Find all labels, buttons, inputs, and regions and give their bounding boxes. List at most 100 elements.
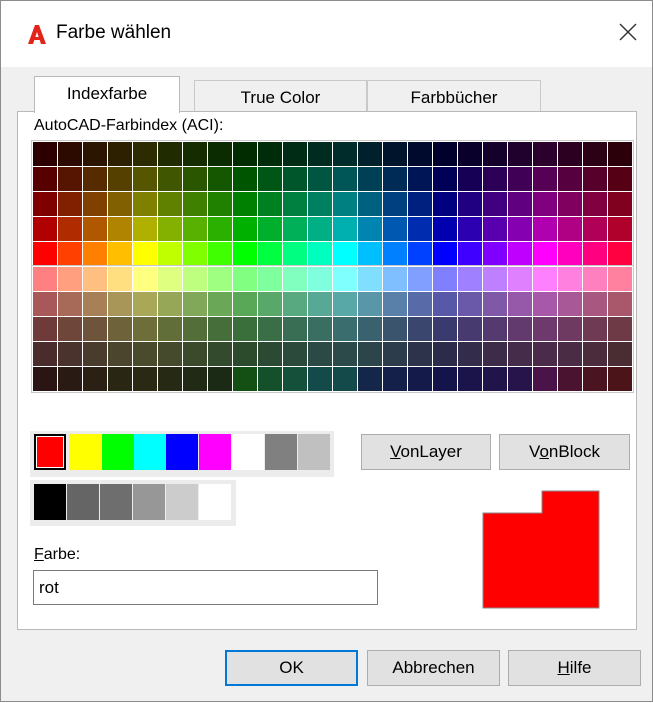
aci-color-cell[interactable]: [533, 342, 557, 366]
aci-color-cell[interactable]: [158, 367, 182, 391]
aci-color-cell[interactable]: [83, 192, 107, 216]
aci-color-cell[interactable]: [183, 142, 207, 166]
aci-color-cell[interactable]: [483, 367, 507, 391]
aci-color-cell[interactable]: [258, 267, 282, 291]
cancel-button[interactable]: Abbrechen: [367, 650, 500, 686]
aci-color-cell[interactable]: [208, 167, 232, 191]
help-button[interactable]: Hilfe: [508, 650, 641, 686]
aci-color-cell[interactable]: [308, 367, 332, 391]
aci-color-cell[interactable]: [133, 317, 157, 341]
gray-shade-swatch[interactable]: [67, 484, 99, 520]
aci-color-cell[interactable]: [583, 142, 607, 166]
aci-color-cell[interactable]: [33, 192, 57, 216]
aci-color-cell[interactable]: [383, 192, 407, 216]
aci-color-cell[interactable]: [133, 367, 157, 391]
aci-color-cell[interactable]: [158, 142, 182, 166]
aci-color-cell[interactable]: [183, 167, 207, 191]
aci-color-cell[interactable]: [133, 242, 157, 266]
aci-color-cell[interactable]: [458, 367, 482, 391]
aci-color-cell[interactable]: [183, 342, 207, 366]
aci-color-cell[interactable]: [508, 292, 532, 316]
aci-color-cell[interactable]: [233, 192, 257, 216]
aci-color-cell[interactable]: [233, 267, 257, 291]
aci-color-cell[interactable]: [483, 292, 507, 316]
aci-color-cell[interactable]: [483, 342, 507, 366]
aci-color-cell[interactable]: [458, 217, 482, 241]
aci-color-cell[interactable]: [208, 217, 232, 241]
aci-color-cell[interactable]: [258, 317, 282, 341]
aci-color-cell[interactable]: [58, 167, 82, 191]
aci-color-cell[interactable]: [533, 267, 557, 291]
aci-color-cell[interactable]: [408, 292, 432, 316]
aci-color-cell[interactable]: [433, 167, 457, 191]
aci-color-cell[interactable]: [133, 192, 157, 216]
aci-color-cell[interactable]: [83, 142, 107, 166]
aci-color-cell[interactable]: [433, 342, 457, 366]
aci-color-cell[interactable]: [83, 317, 107, 341]
tab-farbbuecher[interactable]: Farbbücher: [367, 80, 541, 114]
aci-color-cell[interactable]: [333, 267, 357, 291]
aci-color-cell[interactable]: [258, 292, 282, 316]
aci-color-cell[interactable]: [208, 292, 232, 316]
aci-color-cell[interactable]: [158, 167, 182, 191]
aci-color-cell[interactable]: [258, 217, 282, 241]
aci-color-cell[interactable]: [383, 367, 407, 391]
aci-color-cell[interactable]: [208, 192, 232, 216]
aci-color-cell[interactable]: [533, 142, 557, 166]
aci-color-cell[interactable]: [533, 217, 557, 241]
aci-color-cell[interactable]: [383, 167, 407, 191]
aci-color-cell[interactable]: [608, 342, 632, 366]
aci-color-cell[interactable]: [408, 367, 432, 391]
aci-color-cell[interactable]: [33, 267, 57, 291]
aci-color-cell[interactable]: [583, 317, 607, 341]
aci-color-cell[interactable]: [258, 342, 282, 366]
aci-color-cell[interactable]: [408, 142, 432, 166]
aci-color-cell[interactable]: [533, 317, 557, 341]
aci-color-cell[interactable]: [33, 142, 57, 166]
aci-color-cell[interactable]: [358, 192, 382, 216]
aci-color-cell[interactable]: [558, 342, 582, 366]
aci-color-cell[interactable]: [58, 242, 82, 266]
aci-color-cell[interactable]: [508, 367, 532, 391]
aci-color-cell[interactable]: [608, 317, 632, 341]
aci-color-cell[interactable]: [583, 217, 607, 241]
aci-color-cell[interactable]: [533, 242, 557, 266]
aci-color-cell[interactable]: [83, 217, 107, 241]
aci-color-cell[interactable]: [183, 217, 207, 241]
aci-color-cell[interactable]: [183, 242, 207, 266]
aci-color-cell[interactable]: [458, 192, 482, 216]
aci-color-cell[interactable]: [408, 317, 432, 341]
aci-color-cell[interactable]: [558, 142, 582, 166]
aci-color-cell[interactable]: [533, 367, 557, 391]
aci-color-cell[interactable]: [33, 292, 57, 316]
aci-color-cell[interactable]: [158, 217, 182, 241]
aci-color-cell[interactable]: [83, 342, 107, 366]
aci-color-cell[interactable]: [33, 317, 57, 341]
aci-color-cell[interactable]: [308, 292, 332, 316]
gray-shade-swatch[interactable]: [199, 484, 231, 520]
aci-color-cell[interactable]: [583, 342, 607, 366]
aci-color-cell[interactable]: [158, 242, 182, 266]
aci-color-cell[interactable]: [133, 292, 157, 316]
aci-color-cell[interactable]: [183, 367, 207, 391]
aci-color-cell[interactable]: [208, 142, 232, 166]
aci-color-cell[interactable]: [408, 217, 432, 241]
standard-color-white[interactable]: [232, 434, 264, 470]
aci-color-cell[interactable]: [283, 367, 307, 391]
standard-color-gray-8[interactable]: [265, 434, 297, 470]
aci-color-cell[interactable]: [483, 317, 507, 341]
aci-color-cell[interactable]: [458, 142, 482, 166]
aci-color-cell[interactable]: [108, 167, 132, 191]
tab-true-color[interactable]: True Color: [194, 80, 367, 114]
ok-button[interactable]: OK: [225, 650, 358, 686]
aci-color-cell[interactable]: [483, 217, 507, 241]
aci-color-cell[interactable]: [108, 267, 132, 291]
aci-color-cell[interactable]: [358, 242, 382, 266]
aci-color-cell[interactable]: [608, 242, 632, 266]
standard-color-magenta[interactable]: [199, 434, 231, 470]
aci-color-cell[interactable]: [383, 342, 407, 366]
aci-color-cell[interactable]: [358, 317, 382, 341]
aci-color-cell[interactable]: [533, 167, 557, 191]
aci-color-cell[interactable]: [283, 317, 307, 341]
aci-color-cell[interactable]: [483, 192, 507, 216]
